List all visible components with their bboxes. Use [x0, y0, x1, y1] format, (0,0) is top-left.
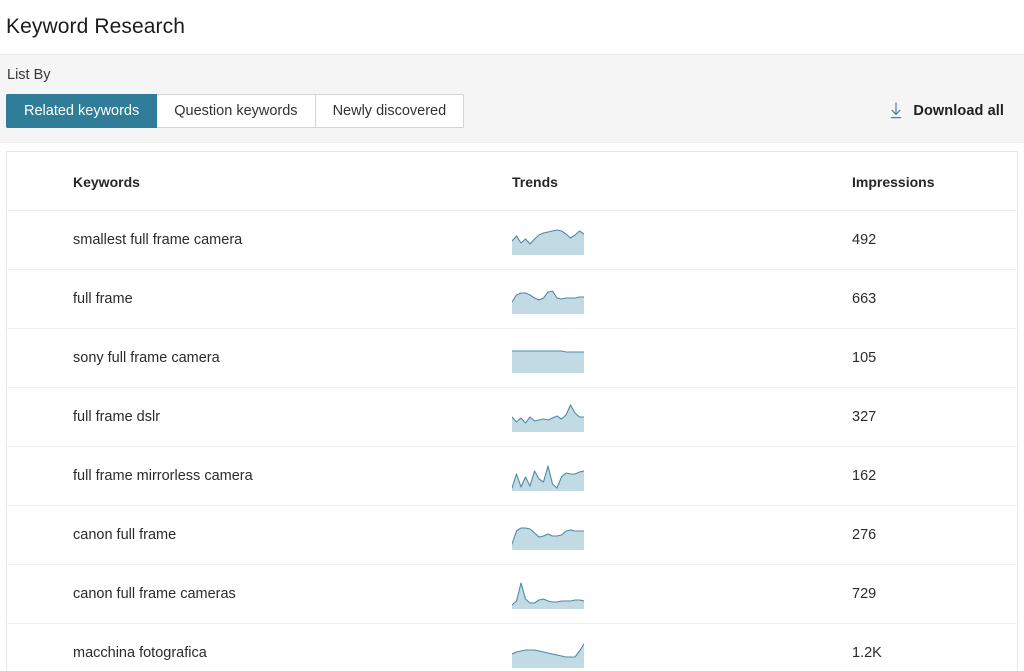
trend-sparkline — [512, 461, 852, 491]
impressions-value: 105 — [852, 350, 877, 366]
impressions-cell: 105 — [852, 328, 1017, 388]
trend-sparkline-cell — [512, 210, 852, 270]
impressions-value: 276 — [852, 527, 877, 543]
keyword-cell[interactable]: sony full frame camera — [7, 328, 512, 388]
impressions-value: 663 — [852, 291, 877, 307]
trend-sparkline — [512, 520, 852, 550]
column-header-impressions[interactable]: Impressions — [852, 152, 1017, 211]
trend-sparkline-cell — [512, 505, 852, 565]
impressions-value: 729 — [852, 586, 877, 602]
table-header-row: Keywords Trends Impressions — [7, 152, 1017, 211]
table-row[interactable]: smallest full frame camera 492 — [7, 210, 1017, 270]
impressions-cell: 663 — [852, 269, 1017, 329]
toolbar: List By Related keywords Question keyword… — [0, 55, 1024, 143]
download-all-button[interactable]: Download all — [888, 102, 1006, 120]
table-row[interactable]: canon full frame cameras 729 — [7, 564, 1017, 624]
table-row[interactable]: canon full frame 276 — [7, 505, 1017, 565]
page-title: Keyword Research — [6, 15, 186, 38]
trend-sparkline-cell — [512, 564, 852, 624]
keyword-cell[interactable]: smallest full frame camera — [7, 210, 512, 270]
trend-sparkline — [512, 579, 852, 609]
download-all-label: Download all — [913, 103, 1004, 119]
table-card-wrapper: Keywords Trends Impressions smallest ful… — [0, 143, 1024, 671]
keyword-cell[interactable]: full frame — [7, 269, 512, 329]
impressions-cell: 276 — [852, 505, 1017, 565]
trend-sparkline — [512, 343, 852, 373]
table-row[interactable]: macchina fotografica 1.2K — [7, 623, 1017, 671]
impressions-value: 492 — [852, 232, 877, 248]
impressions-value: 327 — [852, 409, 877, 425]
trend-sparkline-cell — [512, 269, 852, 329]
keyword-cell[interactable]: canon full frame — [7, 505, 512, 565]
tab-question-keywords[interactable]: Question keywords — [157, 94, 316, 128]
table-row[interactable]: sony full frame camera 105 — [7, 328, 1017, 388]
impressions-cell: 162 — [852, 446, 1017, 506]
trend-sparkline — [512, 638, 852, 668]
keyword-cell[interactable]: full frame mirrorless camera — [7, 446, 512, 506]
list-by-tabs: Related keywords Question keywords Newly d… — [6, 94, 465, 128]
trend-sparkline — [512, 225, 852, 255]
table-row[interactable]: full frame mirrorless camera 162 — [7, 446, 1017, 506]
trend-sparkline — [512, 284, 852, 314]
table-header: Keywords Trends Impressions — [7, 152, 1017, 211]
page-header: Keyword Research — [0, 0, 1024, 55]
impressions-value: 1.2K — [852, 645, 882, 661]
list-by-label: List By — [7, 67, 51, 83]
download-arrow-icon — [888, 102, 904, 120]
table-row[interactable]: full frame 663 — [7, 269, 1017, 329]
impressions-value: 162 — [852, 468, 877, 484]
table-body: smallest full frame camera 492 full frame 6… — [7, 210, 1017, 671]
column-header-trends[interactable]: Trends — [512, 152, 852, 211]
impressions-cell: 492 — [852, 210, 1017, 270]
impressions-cell: 327 — [852, 387, 1017, 447]
trend-sparkline-cell — [512, 387, 852, 447]
keyword-cell[interactable]: full frame dslr — [7, 387, 512, 447]
trend-sparkline — [512, 402, 852, 432]
impressions-cell: 1.2K — [852, 623, 1017, 671]
trend-sparkline-cell — [512, 328, 852, 388]
toolbar-row: Related keywords Question keywords Newly d… — [6, 94, 1006, 128]
keyword-table-card: Keywords Trends Impressions smallest ful… — [6, 151, 1018, 671]
keyword-cell[interactable]: macchina fotografica — [7, 623, 512, 671]
trend-sparkline-cell — [512, 446, 852, 506]
tab-newly-discovered[interactable]: Newly discovered — [315, 94, 465, 128]
keyword-table: Keywords Trends Impressions smallest ful… — [7, 152, 1017, 671]
impressions-cell: 729 — [852, 564, 1017, 624]
column-header-keywords[interactable]: Keywords — [7, 152, 512, 211]
tab-related-keywords[interactable]: Related keywords — [6, 94, 158, 128]
trend-sparkline-cell — [512, 623, 852, 671]
table-row[interactable]: full frame dslr 327 — [7, 387, 1017, 447]
keyword-cell[interactable]: canon full frame cameras — [7, 564, 512, 624]
